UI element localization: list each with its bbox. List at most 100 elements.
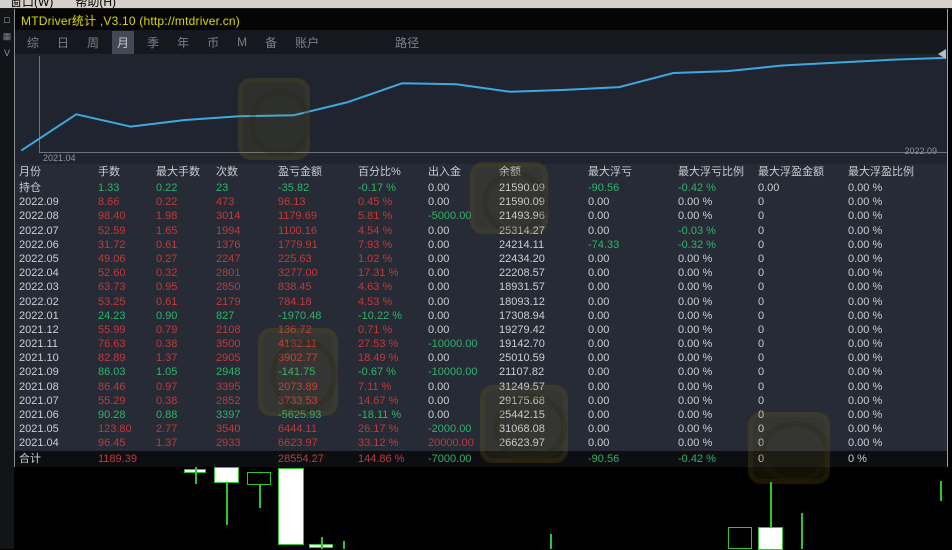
cell: 98.40 (98, 210, 126, 223)
cell: 1189.39 (98, 452, 137, 465)
candle-wick (226, 483, 228, 525)
cell: -10000.00 (428, 338, 478, 351)
cell: 1.37 (156, 437, 178, 450)
cell: 0.00 % (848, 196, 883, 209)
table-row[interactable]: 2021.12 55.99 0.79 2108 136.72 0.71 % 0.00 1927… (15, 323, 947, 337)
table-row[interactable]: 2022.06 31.72 0.61 1376 1779.91 7.93 % 0.00 242… (15, 238, 947, 252)
panel-title-bar[interactable]: MTDriver统计 ,V3.10 (http://mtdriver.cn) (15, 9, 947, 30)
cell: 23 (216, 182, 229, 194)
cell: 26.17 % (358, 423, 399, 436)
cell: 0.00 % (678, 423, 713, 436)
column-header: 百分比% (358, 166, 401, 178)
cell: 8.66 (98, 196, 120, 209)
cell: -0.42 % (678, 452, 716, 465)
table-row[interactable]: 2022.02 53.25 0.61 2179 784.18 4.53 % 0.00 1809… (15, 295, 947, 309)
tab-综[interactable]: 综 (22, 31, 44, 54)
cell: 0 (758, 394, 765, 407)
cell: 0.45 % (358, 196, 393, 209)
cell: 0.00 % (848, 182, 883, 194)
tab-path[interactable]: 路径 (390, 31, 424, 54)
candlestick (278, 468, 304, 545)
cell: 2022.01 (19, 309, 59, 322)
cell: 55.99 (98, 323, 126, 336)
cell: 0.00 % (678, 437, 713, 450)
splitter-arrow-icon[interactable] (938, 49, 946, 59)
cell: 63.73 (98, 281, 126, 294)
left-toolbar-icon[interactable]: V (0, 48, 14, 58)
candle-wick (770, 482, 772, 527)
menu-items: 窗口(W) 帮助(H) (10, 0, 138, 8)
cell: 0 (758, 252, 765, 265)
tab-币[interactable]: 币 (202, 31, 224, 54)
cell: 0.00 (588, 394, 610, 407)
cell: 82.89 (98, 352, 126, 365)
left-toolbar-icon[interactable]: □ (0, 15, 14, 25)
cell: 0.00 % (678, 380, 713, 393)
cell: 49.06 (98, 252, 126, 265)
tab-M[interactable]: M (232, 32, 252, 52)
candle-wick (343, 541, 345, 549)
cell: -18.11 % (358, 409, 402, 421)
cell: 21107.82 (499, 366, 545, 379)
cell: 2022.07 (19, 224, 59, 237)
cell: 0.00 (588, 338, 610, 351)
tab-月[interactable]: 月 (112, 30, 135, 54)
cell: 76.63 (98, 338, 126, 351)
tab-备[interactable]: 备 (260, 31, 282, 54)
tab-日[interactable]: 日 (52, 31, 74, 54)
equity-curve (21, 56, 946, 152)
table-row[interactable]: 2021.10 82.89 1.37 2905 3902.77 18.49 % 0.00 25… (15, 351, 947, 365)
table-row[interactable]: 2022.03 63.73 0.95 2850 838.45 4.63 % 0.00 1893… (15, 280, 947, 294)
table-row[interactable]: 2022.04 52.60 0.32 2801 3277.00 17.31 % 0.00 22… (15, 266, 947, 280)
cell: 0.00 % (678, 323, 713, 336)
cell: 0.00 % (678, 394, 713, 407)
table-row[interactable]: 2022.01 24.23 0.90 827 -1970.48 -10.22 % 0.00 1… (15, 309, 947, 323)
cell: 0.00 % (848, 295, 883, 308)
cell: 0.00 (428, 252, 450, 265)
tab-周[interactable]: 周 (82, 31, 104, 54)
table-row[interactable]: 2021.09 86.03 1.05 2948 -141.75 -0.67 % -10000… (15, 365, 947, 379)
table-row[interactable]: 2022.05 49.06 0.27 2247 225.63 1.02 % 0.00 2243… (15, 252, 947, 266)
cell (156, 451, 216, 467)
cell: 0.00 % (678, 309, 713, 322)
cell: 1.37 (156, 352, 178, 365)
tab-账户[interactable]: 账户 (290, 31, 324, 54)
cell: 0 (758, 323, 765, 336)
table-row[interactable]: 2021.11 76.63 0.38 3500 4132.11 27.53 % -10000… (15, 337, 947, 351)
tab-季[interactable]: 季 (142, 31, 164, 54)
cell: 0 (758, 380, 765, 393)
cell: -35.82 (278, 182, 310, 194)
left-toolbar-icon[interactable]: ▦ (0, 31, 14, 42)
cell: 473 (216, 196, 235, 209)
cell: 0.88 (156, 409, 178, 421)
candle-wick (940, 481, 942, 501)
cell: 0.61 (156, 238, 178, 251)
cell: 7.93 % (358, 238, 393, 251)
cell: -90.56 (588, 182, 620, 194)
cell: 0.00 % (848, 267, 883, 280)
cell: 0 (758, 196, 765, 209)
cell: 1179.69 (278, 210, 317, 223)
cell: 0.27 (156, 252, 178, 265)
cell: 784.18 (278, 295, 312, 308)
cell: 0.00 % (678, 338, 713, 351)
cell: 0.00 (588, 352, 610, 365)
menu-item[interactable]: 窗口(W) (10, 0, 53, 8)
cell: -90.56 (588, 452, 620, 465)
cell: 2933 (216, 437, 241, 450)
cell: 18093.12 (499, 295, 545, 308)
menu-item[interactable]: 帮助(H) (75, 0, 116, 8)
cell: 2022.03 (19, 281, 59, 294)
candle-wick (550, 534, 552, 549)
tab-bar: 综日周月季年币 M 备账户 路径 (15, 30, 947, 54)
cell: 0 (758, 309, 765, 322)
cell: 0.00 (428, 238, 450, 251)
tab-年[interactable]: 年 (172, 31, 194, 54)
cell: 0.00 % (848, 394, 883, 407)
cell: 2022.06 (19, 238, 59, 251)
cell: 96.45 (98, 437, 126, 450)
watermark-logo (748, 412, 830, 484)
cell: 0.38 (156, 394, 178, 407)
cell: 2021.12 (19, 323, 59, 336)
cell: 0.00 (588, 380, 610, 393)
